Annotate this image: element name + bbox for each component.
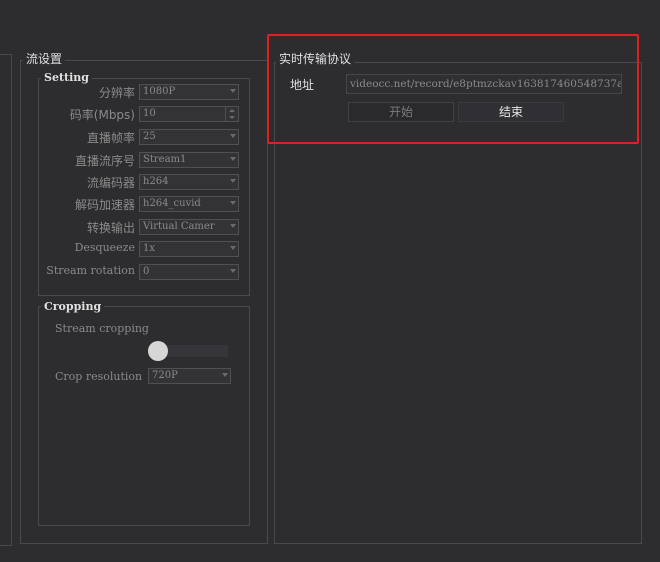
resolution-label: 分辨率 [98,86,135,100]
setting-row-decoder: 解码加速器 [40,196,135,212]
chevron-down-icon [230,201,236,205]
chevron-down-icon [230,89,236,93]
setting-row-framerate: 直播帧率 [40,129,135,145]
encoder-select[interactable]: h264 [139,174,239,190]
stream-cropping-label: Stream cropping [55,322,149,335]
encoder-label: 流编码器 [86,176,135,190]
decoder-select[interactable]: h264_cuvid [139,196,239,212]
chevron-down-icon [230,157,236,161]
left-edge-panel [0,54,12,546]
setting-row-stream-index: 直播流序号 [40,152,135,168]
setting-row-resolution: 分辨率 [40,84,135,100]
address-field[interactable]: videocc.net/record/e8ptmzckav16381746054… [346,74,622,94]
chevron-up-icon [229,109,235,112]
chevron-down-icon [230,134,236,138]
cropping-group [38,306,250,526]
stream-index-label: 直播流序号 [74,154,135,168]
cropping-group-title: Cropping [41,300,105,313]
rotation-select[interactable]: 0 [139,264,239,280]
chevron-down-icon [222,373,228,377]
crop-resolution-label: Crop resolution [55,370,143,383]
chevron-down-icon [230,224,236,228]
chevron-down-icon [230,179,236,183]
address-label: 地址 [290,78,315,92]
framerate-label: 直播帧率 [86,131,135,145]
crop-resolution-select[interactable]: 720P [148,368,231,384]
stream-settings-title: 流设置 [23,50,66,67]
resolution-select[interactable]: 1080P [139,84,239,100]
chevron-down-icon [230,246,236,250]
chevron-down-icon [229,116,235,119]
stream-cropping-toggle[interactable] [148,341,230,361]
bitrate-stepper[interactable]: 10 [139,106,239,122]
stream-index-select[interactable]: Stream1 [139,152,239,168]
desqueeze-label: Desqueeze [74,241,135,254]
stepper-arrows[interactable] [225,107,238,121]
start-button[interactable]: 开始 [348,102,454,122]
output-label: 转换输出 [86,221,135,235]
setting-group-title: Setting [41,71,92,84]
setting-row-bitrate: 码率(Mbps) [40,106,135,122]
toggle-knob [148,341,168,361]
setting-row-rotation: Stream rotation [40,264,135,280]
chevron-down-icon [230,269,236,273]
setting-row-encoder: 流编码器 [40,174,135,190]
output-select[interactable]: Virtual Camer [139,219,239,235]
setting-row-desqueeze: Desqueeze [40,241,135,257]
rtmp-title: 实时传输协议 [276,50,355,67]
stop-button[interactable]: 结束 [458,102,564,122]
setting-row-output: 转换输出 [40,219,135,235]
decoder-label: 解码加速器 [74,198,135,212]
rotation-label: Stream rotation [46,264,135,277]
framerate-select[interactable]: 25 [139,129,239,145]
desqueeze-select[interactable]: 1x [139,241,239,257]
bitrate-label: 码率(Mbps) [69,108,135,122]
